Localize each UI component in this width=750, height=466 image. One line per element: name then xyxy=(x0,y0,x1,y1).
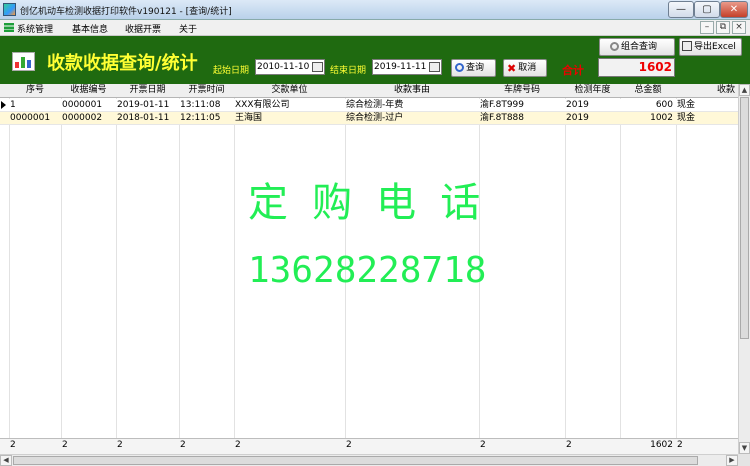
end-date-label: 结束日期 xyxy=(330,66,367,76)
scroll-corner xyxy=(738,454,750,466)
mdi-restore-button[interactable]: ⧉ xyxy=(716,21,730,34)
total-label: 合计 xyxy=(562,64,584,77)
cell-seq: 0000001 xyxy=(10,113,51,123)
cell-receipt-no: 0000002 xyxy=(62,113,103,123)
mdi-minimize-button[interactable]: – xyxy=(700,21,714,34)
export-excel-button[interactable]: 导出Excel xyxy=(679,38,742,56)
start-date-label: 起始日期 xyxy=(213,66,250,76)
cancel-button-label: 取消 xyxy=(518,63,537,73)
vertical-scroll-thumb[interactable] xyxy=(740,97,749,339)
combo-query-label: 组合查询 xyxy=(621,42,658,52)
menu-about[interactable]: 关于 xyxy=(179,22,197,35)
export-icon xyxy=(682,41,692,51)
footer-cell: 2 xyxy=(180,440,186,450)
cancel-button[interactable]: ✖ 取消 xyxy=(503,59,547,77)
combo-query-button[interactable]: 组合查询 xyxy=(599,38,675,56)
column-header[interactable]: 开票日期 xyxy=(116,84,179,97)
column-header[interactable]: 收款事由 xyxy=(345,84,479,97)
menu-receipt[interactable]: 收据开票 xyxy=(125,22,161,35)
cell-amount: 600 xyxy=(655,100,673,110)
footer-cell: 2 xyxy=(677,440,683,450)
footer-cell: 1602 xyxy=(650,440,673,450)
receipt-table[interactable]: 序号 收据编号 开票日期 开票时间 交款单位 收款事由 车牌号码 检测年度 总金… xyxy=(0,84,738,454)
page-title: 收款收据查询/统计 xyxy=(47,53,198,74)
cell-date: 2018-01-11 xyxy=(117,113,170,123)
column-header[interactable]: 车牌号码 xyxy=(479,84,565,97)
end-date-value: 2019-11-11 xyxy=(374,62,427,72)
menu-bar: 系统管理 基本信息 收据开票 关于 xyxy=(0,20,750,36)
scroll-up-icon[interactable]: ▲ xyxy=(739,84,750,96)
column-header[interactable]: 序号 xyxy=(9,84,61,97)
row-indicator-icon xyxy=(1,101,6,109)
scroll-down-icon[interactable]: ▼ xyxy=(739,442,750,454)
menu-basic-info[interactable]: 基本信息 xyxy=(72,22,108,35)
cell-amount: 1002 xyxy=(650,113,673,123)
footer-cell: 2 xyxy=(235,440,241,450)
horizontal-scrollbar[interactable]: ◀ ▶ xyxy=(0,454,738,466)
export-button-label: 导出Excel xyxy=(694,42,736,52)
cell-year: 2019 xyxy=(566,100,589,110)
cell-payer: XXX有限公司 xyxy=(235,100,290,110)
footer-cell: 2 xyxy=(480,440,486,450)
column-header[interactable]: 总金额 xyxy=(620,84,676,97)
table-footer: 2 2 2 2 2 2 2 2 1602 2 xyxy=(0,438,738,454)
cell-time: 13:11:08 xyxy=(180,100,221,110)
menu-icon xyxy=(4,23,14,32)
query-button[interactable]: 查询 xyxy=(451,59,496,77)
window-title: 创亿机动车检测收据打印软件v190121 - [查询/统计] xyxy=(20,7,232,17)
vertical-scrollbar[interactable]: ▲ ▼ xyxy=(738,84,750,454)
horizontal-scroll-thumb[interactable] xyxy=(13,456,698,465)
cell-plate: 渝F.8T888 xyxy=(480,113,524,123)
calendar-icon[interactable] xyxy=(312,62,323,72)
title-bar: 创亿机动车检测收据打印软件v190121 - [查询/统计] — ▢ ✕ xyxy=(0,0,750,20)
total-value: 1602 xyxy=(598,58,675,77)
scroll-right-icon[interactable]: ▶ xyxy=(726,455,738,466)
cell-year: 2019 xyxy=(566,113,589,123)
column-header[interactable]: 收款 xyxy=(676,84,738,97)
cell-seq: 1 xyxy=(10,100,16,110)
cancel-icon: ✖ xyxy=(507,62,517,75)
close-button[interactable]: ✕ xyxy=(720,1,748,18)
footer-cell: 2 xyxy=(117,440,123,450)
column-header[interactable]: 收据编号 xyxy=(61,84,116,97)
table-row[interactable]: 0000001 0000002 2018-01-11 12:11:05 王海国 … xyxy=(0,112,738,125)
table-header: 序号 收据编号 开票日期 开票时间 交款单位 收款事由 车牌号码 检测年度 总金… xyxy=(0,84,738,98)
cell-receipt-no: 0000001 xyxy=(62,100,103,110)
scroll-left-icon[interactable]: ◀ xyxy=(0,455,12,466)
footer-cell: 2 xyxy=(346,440,352,450)
start-date-field[interactable]: 2010-11-10 xyxy=(255,59,325,75)
query-button-label: 查询 xyxy=(466,63,485,73)
column-header[interactable]: 开票时间 xyxy=(179,84,234,97)
calendar-icon[interactable] xyxy=(429,62,440,72)
footer-cell: 2 xyxy=(62,440,68,450)
table-row[interactable]: 1 0000001 2019-01-11 13:11:08 XXX有限公司 综合… xyxy=(0,99,738,112)
minimize-button[interactable]: — xyxy=(668,1,694,18)
cell-plate: 渝F.8T999 xyxy=(480,100,524,110)
footer-cell: 2 xyxy=(566,440,572,450)
search-icon xyxy=(455,63,464,72)
column-header[interactable]: 检测年度 xyxy=(565,84,620,97)
cell-payer: 王海国 xyxy=(235,113,263,123)
footer-cell: 2 xyxy=(10,440,16,450)
watermark-title: 定 购 电 话 xyxy=(248,180,481,226)
cell-payment: 现金 xyxy=(677,100,696,110)
watermark-phone: 13628228718 xyxy=(248,250,487,291)
menu-system[interactable]: 系统管理 xyxy=(17,22,53,35)
cell-date: 2019-01-11 xyxy=(117,100,170,110)
column-header[interactable]: 交款单位 xyxy=(234,84,345,97)
app-icon xyxy=(3,3,16,16)
query-banner: 收款收据查询/统计 起始日期 2010-11-10 结束日期 2019-11-1… xyxy=(0,36,750,84)
chart-icon xyxy=(12,52,35,71)
magnifier-icon xyxy=(610,42,619,51)
cell-time: 12:11:05 xyxy=(180,113,221,123)
cell-payment: 现金 xyxy=(677,113,696,123)
cell-reason: 综合检测-年费 xyxy=(346,100,404,110)
end-date-field[interactable]: 2019-11-11 xyxy=(372,59,442,75)
cell-reason: 综合检测-过户 xyxy=(346,113,404,123)
mdi-close-button[interactable]: × xyxy=(732,21,746,34)
start-date-value: 2010-11-10 xyxy=(257,62,310,72)
maximize-button[interactable]: ▢ xyxy=(694,1,720,18)
